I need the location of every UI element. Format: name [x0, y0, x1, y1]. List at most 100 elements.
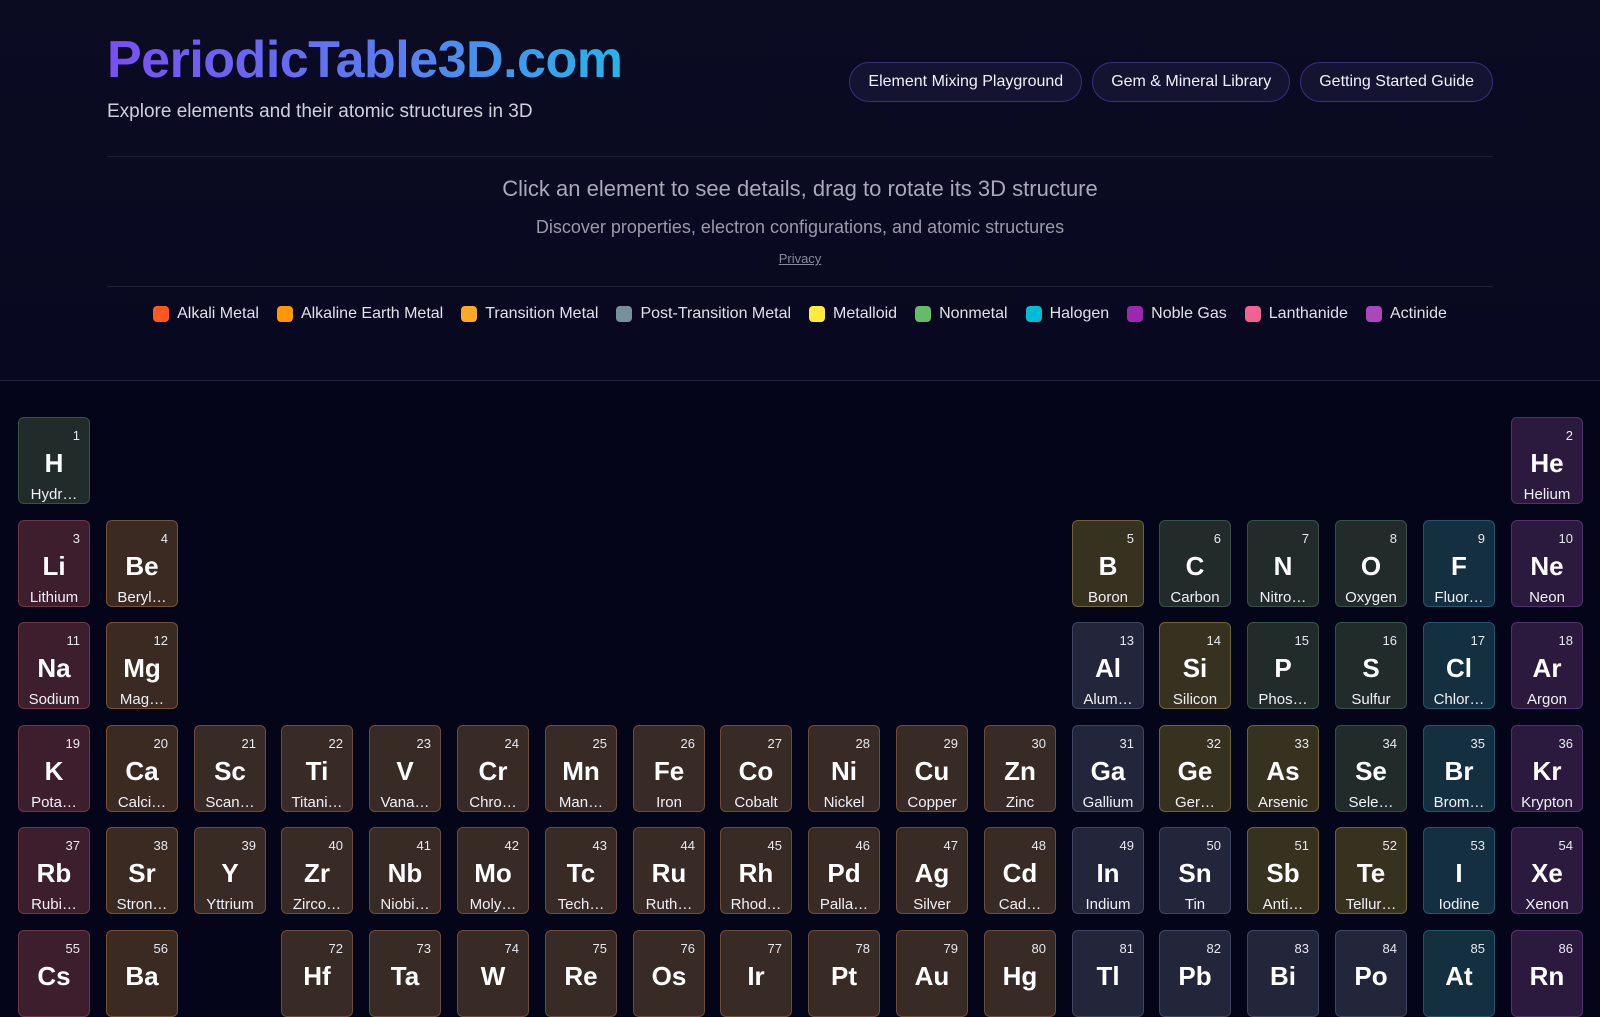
- element-tile-cd[interactable]: 48 Cd Cad…: [984, 827, 1056, 914]
- element-tile-cs[interactable]: 55 Cs: [18, 930, 90, 1017]
- element-tile-ir[interactable]: 77 Ir: [720, 930, 792, 1017]
- element-tile-na[interactable]: 11 Na Sodium: [18, 622, 90, 709]
- element-tile-n[interactable]: 7 N Nitro…: [1247, 520, 1319, 607]
- element-name: Chlor…: [1433, 691, 1485, 708]
- element-tile-xe[interactable]: 54 Xe Xenon: [1511, 827, 1583, 914]
- element-mixing-playground-button[interactable]: Element Mixing Playground: [849, 62, 1083, 102]
- element-tile-au[interactable]: 79 Au: [896, 930, 968, 1017]
- legend-swatch: [1244, 306, 1261, 322]
- element-tile-sc[interactable]: 21 Sc Scan…: [194, 725, 266, 812]
- element-tile-sn[interactable]: 50 Sn Tin: [1159, 827, 1231, 914]
- privacy-link[interactable]: Privacy: [0, 251, 1600, 266]
- element-tile-cr[interactable]: 24 Cr Chro…: [457, 725, 529, 812]
- site-logo[interactable]: PeriodicTable3D.com: [107, 28, 623, 92]
- element-tile-ag[interactable]: 47 Ag Silver: [896, 827, 968, 914]
- element-tile-b[interactable]: 5 B Boron: [1072, 520, 1144, 607]
- element-tile-ne[interactable]: 10 Ne Neon: [1511, 520, 1583, 607]
- element-tile-os[interactable]: 76 Os: [633, 930, 705, 1017]
- element-tile-o[interactable]: 8 O Oxygen: [1335, 520, 1407, 607]
- element-symbol: Ne: [1530, 551, 1564, 581]
- element-name: Indium: [1085, 896, 1131, 913]
- element-tile-mg[interactable]: 12 Mg Mag…: [106, 622, 178, 709]
- element-tile-he[interactable]: 2 He Helium: [1511, 417, 1583, 504]
- element-tile-nb[interactable]: 41 Nb Niobi…: [369, 827, 441, 914]
- element-tile-be[interactable]: 4 Be Beryl…: [106, 520, 178, 607]
- element-tile-v[interactable]: 23 V Vana…: [369, 725, 441, 812]
- element-tile-cl[interactable]: 17 Cl Chlor…: [1423, 622, 1495, 709]
- element-tile-c[interactable]: 6 C Carbon: [1159, 520, 1231, 607]
- element-tile-k[interactable]: 19 K Pota…: [18, 725, 90, 812]
- element-tile-ru[interactable]: 44 Ru Ruth…: [633, 827, 705, 914]
- atomic-number: 39: [241, 838, 256, 853]
- element-tile-f[interactable]: 9 F Fluor…: [1423, 520, 1495, 607]
- element-tile-s[interactable]: 16 S Sulfur: [1335, 622, 1407, 709]
- element-name: Sele…: [1348, 794, 1394, 811]
- element-tile-sr[interactable]: 38 Sr Stron…: [106, 827, 178, 914]
- element-tile-in[interactable]: 49 In Indium: [1072, 827, 1144, 914]
- element-tile-co[interactable]: 27 Co Cobalt: [720, 725, 792, 812]
- element-tile-kr[interactable]: 36 Kr Krypton: [1511, 725, 1583, 812]
- element-symbol: Re: [564, 961, 598, 991]
- legend-item-alkaline-earth-metal: Alkaline Earth Metal: [276, 305, 443, 323]
- element-tile-si[interactable]: 14 Si Silicon: [1159, 622, 1231, 709]
- atomic-number: 73: [416, 941, 431, 956]
- element-tile-mo[interactable]: 42 Mo Moly…: [457, 827, 529, 914]
- element-tile-at[interactable]: 85 At: [1423, 930, 1495, 1017]
- element-tile-bi[interactable]: 83 Bi: [1247, 930, 1319, 1017]
- atomic-number: 18: [1558, 633, 1573, 648]
- element-tile-po[interactable]: 84 Po: [1335, 930, 1407, 1017]
- getting-started-guide-button[interactable]: Getting Started Guide: [1300, 62, 1493, 102]
- element-symbol: Ca: [125, 756, 159, 786]
- element-tile-hf[interactable]: 72 Hf: [281, 930, 353, 1017]
- element-tile-p[interactable]: 15 P Phos…: [1247, 622, 1319, 709]
- element-tile-cu[interactable]: 29 Cu Copper: [896, 725, 968, 812]
- element-tile-rb[interactable]: 37 Rb Rubi…: [18, 827, 90, 914]
- element-tile-ba[interactable]: 56 Ba: [106, 930, 178, 1017]
- element-tile-ca[interactable]: 20 Ca Calci…: [106, 725, 178, 812]
- legend-label: Nonmetal: [939, 305, 1008, 322]
- legend-swatch: [153, 306, 170, 322]
- element-tile-as[interactable]: 33 As Arsenic: [1247, 725, 1319, 812]
- element-name: Nitro…: [1259, 589, 1307, 606]
- element-tile-rn[interactable]: 86 Rn: [1511, 930, 1583, 1017]
- element-name: Stron…: [116, 896, 168, 913]
- element-tile-h[interactable]: 1 H Hydr…: [18, 417, 90, 504]
- element-tile-pd[interactable]: 46 Pd Palla…: [808, 827, 880, 914]
- element-tile-ta[interactable]: 73 Ta: [369, 930, 441, 1017]
- element-tile-zn[interactable]: 30 Zn Zinc: [984, 725, 1056, 812]
- atomic-number: 49: [1119, 838, 1134, 853]
- element-tile-y[interactable]: 39 Y Yttrium: [194, 827, 266, 914]
- element-name: Niobi…: [380, 896, 430, 913]
- element-tile-zr[interactable]: 40 Zr Zirco…: [281, 827, 353, 914]
- element-name: Hydr…: [30, 486, 78, 503]
- element-tile-al[interactable]: 13 Al Alum…: [1072, 622, 1144, 709]
- element-symbol: Ag: [914, 858, 950, 888]
- element-tile-li[interactable]: 3 Li Lithium: [18, 520, 90, 607]
- element-tile-pt[interactable]: 78 Pt: [808, 930, 880, 1017]
- element-symbol: Tl: [1096, 961, 1120, 991]
- element-tile-br[interactable]: 35 Br Brom…: [1423, 725, 1495, 812]
- element-tile-se[interactable]: 34 Se Sele…: [1335, 725, 1407, 812]
- element-tile-ge[interactable]: 32 Ge Ger…: [1159, 725, 1231, 812]
- element-name: Krypton: [1521, 794, 1573, 811]
- element-tile-ga[interactable]: 31 Ga Gallium: [1072, 725, 1144, 812]
- element-tile-i[interactable]: 53 I Iodine: [1423, 827, 1495, 914]
- element-tile-re[interactable]: 75 Re: [545, 930, 617, 1017]
- element-tile-ni[interactable]: 28 Ni Nickel: [808, 725, 880, 812]
- element-tile-w[interactable]: 74 W: [457, 930, 529, 1017]
- element-tile-sb[interactable]: 51 Sb Anti…: [1247, 827, 1319, 914]
- element-tile-ar[interactable]: 18 Ar Argon: [1511, 622, 1583, 709]
- element-tile-rh[interactable]: 45 Rh Rhod…: [720, 827, 792, 914]
- element-symbol: Ti: [305, 756, 329, 786]
- element-tile-tl[interactable]: 81 Tl: [1072, 930, 1144, 1017]
- element-tile-mn[interactable]: 25 Mn Man…: [545, 725, 617, 812]
- gem-mineral-library-button[interactable]: Gem & Mineral Library: [1092, 62, 1291, 102]
- element-tile-pb[interactable]: 82 Pb: [1159, 930, 1231, 1017]
- legend-swatch: [1365, 306, 1382, 322]
- element-tile-ti[interactable]: 22 Ti Titani…: [281, 725, 353, 812]
- element-tile-hg[interactable]: 80 Hg: [984, 930, 1056, 1017]
- element-tile-tc[interactable]: 43 Tc Tech…: [545, 827, 617, 914]
- element-tile-te[interactable]: 52 Te Tellur…: [1335, 827, 1407, 914]
- element-tile-fe[interactable]: 26 Fe Iron: [633, 725, 705, 812]
- element-symbol: Cl: [1446, 653, 1472, 683]
